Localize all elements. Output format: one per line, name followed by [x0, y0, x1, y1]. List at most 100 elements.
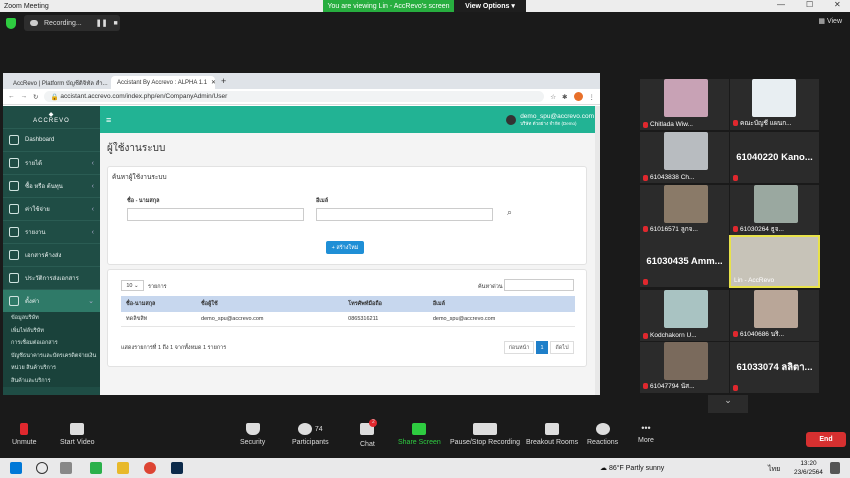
maximize-button[interactable]: ☐ [806, 0, 813, 9]
page-1-button[interactable]: 1 [536, 341, 548, 354]
column-header-name[interactable]: ชื่อ-นามสกุล [121, 296, 197, 312]
participant-tile[interactable]: 61030264 ธูจ... [730, 185, 819, 236]
submenu-products[interactable]: สินค้าและบริการ [3, 374, 100, 387]
user-menu[interactable]: demo_spu@accrevo.com บริษัท ตัวอย่าง จำก… [506, 113, 594, 127]
gallery-scroll-down-icon[interactable]: ⌄ [708, 395, 748, 413]
participants-button[interactable]: 74 Participants [292, 423, 329, 446]
participant-tile[interactable]: 61040220 Kano... [730, 132, 819, 183]
back-icon[interactable]: ← [8, 93, 15, 100]
input-language[interactable]: ไทย [768, 464, 780, 475]
mic-muted-icon [643, 279, 648, 285]
next-page-button[interactable]: ถัดไป [550, 341, 574, 354]
pause-recording-icon[interactable]: ❚❚ [96, 19, 108, 27]
end-meeting-button[interactable]: End [806, 432, 846, 447]
submenu-units[interactable]: หน่วย สินค้าบริการ [3, 362, 100, 375]
page-size-select[interactable]: 10 ⌄ [121, 280, 144, 291]
participant-tile[interactable]: Chitlada Wiw... [640, 79, 729, 130]
column-header-email[interactable]: อีเมล์ [427, 296, 575, 312]
close-button[interactable]: ✕ [834, 0, 841, 9]
page-scrollbar[interactable] [595, 106, 600, 395]
quick-search-input[interactable] [504, 279, 574, 291]
browser-tab-accistant[interactable]: Accistant By Accrevo : ALPHA 1.1 ✕ [111, 76, 215, 89]
participant-tile[interactable]: 61040686 นริ... [730, 290, 819, 341]
search-card-title: ค้นหาผู้ใช้งานระบบ [112, 174, 167, 181]
page-title: ผู้ใช้งานระบบ [107, 143, 166, 154]
new-tab-icon[interactable]: + [221, 76, 226, 86]
search-icon[interactable]: ⌕ [507, 207, 512, 218]
share-screen-button[interactable]: Share Screen [398, 423, 441, 446]
table-row[interactable]: ทดลิขสิท demo_spu@accrevo.com 0865316211… [121, 312, 575, 327]
participant-tile[interactable]: คณะบัญชี แผนก... [730, 79, 819, 130]
star-icon[interactable]: ☆ [550, 93, 556, 101]
participant-name-text: 61047794 นัส... [650, 383, 695, 390]
clock[interactable]: 13:20 23/6/2564 [794, 459, 823, 477]
name-input[interactable] [127, 208, 304, 221]
participant-name: 61040686 นริ... [733, 329, 784, 339]
participant-video [664, 79, 708, 117]
chat-button[interactable]: 2 Chat [360, 419, 378, 448]
create-new-button[interactable]: + สร้างใหม่ [326, 241, 364, 254]
reactions-button[interactable]: Reactions [587, 423, 618, 446]
sidebar-item-history[interactable]: ประวัติการส่งเอกสาร [3, 266, 100, 289]
browser-menu-icon[interactable]: ⋮ [589, 93, 596, 101]
minimize-button[interactable]: — [777, 0, 785, 9]
unmute-button[interactable]: Unmute [12, 423, 37, 446]
sidebar-item-report[interactable]: รายงาน ‹ [3, 220, 100, 243]
stop-recording-icon[interactable]: ■ [113, 20, 117, 27]
hamburger-menu-icon[interactable]: ≡ [106, 115, 111, 125]
participant-name-text: 61030435 Amm... [646, 256, 723, 267]
breakout-rooms-button[interactable]: Breakout Rooms [526, 423, 578, 446]
file-explorer-icon[interactable] [117, 462, 129, 474]
submenu-company-info[interactable]: ข้อมูลบริษัท [3, 312, 100, 325]
weather-widget[interactable]: ☁ 86°F Partly sunny [600, 464, 664, 472]
chrome-icon[interactable] [144, 462, 156, 474]
forward-icon[interactable]: → [21, 93, 28, 100]
participant-name-text: 61043838 Ch... [650, 174, 695, 181]
security-button[interactable]: Security [240, 423, 265, 446]
grid-icon: ▦ [818, 18, 827, 25]
line-app-icon[interactable] [90, 462, 102, 474]
submenu-bank-accounts[interactable]: บัญชีธนาคารและบัตรเครดิตจ่ายเงิน [3, 349, 100, 362]
participant-name-text: Lin - AccRevo [734, 277, 775, 284]
search-icon[interactable] [36, 462, 48, 474]
mic-muted-icon [733, 226, 738, 232]
task-view-icon[interactable] [60, 462, 72, 474]
notification-icon[interactable] [830, 462, 840, 474]
participant-video [754, 185, 798, 223]
email-input[interactable] [316, 208, 493, 221]
sidebar-item-dashboard[interactable]: Dashboard [3, 128, 100, 151]
participant-tile[interactable]: 61016571 ลูกจ... [640, 185, 729, 236]
submenu-doc-connection[interactable]: การเชื่อมต่อเอกสาร [3, 337, 100, 350]
profile-avatar[interactable] [573, 92, 583, 101]
view-options-button[interactable]: View Options ▾ [454, 0, 526, 12]
participant-tile[interactable]: Kodchakorn U... [640, 290, 729, 341]
participant-tile[interactable]: 61047794 นัส... [640, 342, 729, 393]
submenu-company-files[interactable]: เพิ่มไฟล์บริษัท [3, 324, 100, 337]
more-button[interactable]: ••• More [638, 423, 654, 444]
table-summary: แสดงรายการที่ 1 ถึง 1 จากทั้งหมด 1 รายกา… [121, 345, 227, 351]
column-header-phone[interactable]: โทรศัพท์มือถือ [343, 296, 428, 312]
prev-page-button[interactable]: ก่อนหน้า [504, 341, 534, 354]
close-tab-icon[interactable]: ✕ [211, 79, 215, 86]
sidebar-item-income[interactable]: รายได้ ‹ [3, 151, 100, 174]
active-speaker-tile[interactable]: Lin - AccRevo [729, 235, 820, 288]
participant-tile[interactable]: 61033074 ลลิตา... [730, 342, 819, 393]
participant-tile[interactable]: 61043838 Ch... [640, 132, 729, 183]
column-header-username[interactable]: ชื่อผู้ใช้ [196, 296, 344, 312]
sidebar-item-expense[interactable]: ค่าใช้จ่าย ‹ [3, 197, 100, 220]
participant-tile[interactable]: 61030435 Amm... [640, 236, 729, 287]
browser-tab-accrevo[interactable]: AccRevo | Platform บัญชีดิจิทัล สำ...✕ [7, 76, 111, 89]
reload-icon[interactable]: ↻ [33, 93, 38, 101]
participant-video [664, 290, 708, 328]
sidebar-item-label: Dashboard [25, 137, 55, 143]
extensions-icon[interactable]: ✱ [562, 93, 567, 101]
url-input[interactable]: 🔒 accistant.accrevo.com/index.php/en/Com… [44, 91, 545, 102]
start-video-button[interactable]: Start Video [60, 423, 95, 446]
sidebar-item-purchase[interactable]: ซื้อ หรือ ต้นทุน ‹ [3, 174, 100, 197]
gallery-view-button[interactable]: ▦ View [818, 17, 842, 25]
pause-stop-recording-button[interactable]: Pause/Stop Recording [450, 423, 520, 446]
windows-start-icon[interactable] [10, 462, 22, 474]
sidebar-item-pending-docs[interactable]: เอกสารค้างส่ง [3, 243, 100, 266]
photoshop-icon[interactable] [171, 462, 183, 474]
sidebar-item-settings[interactable]: ตั้งค่า ⌄ [3, 289, 100, 312]
